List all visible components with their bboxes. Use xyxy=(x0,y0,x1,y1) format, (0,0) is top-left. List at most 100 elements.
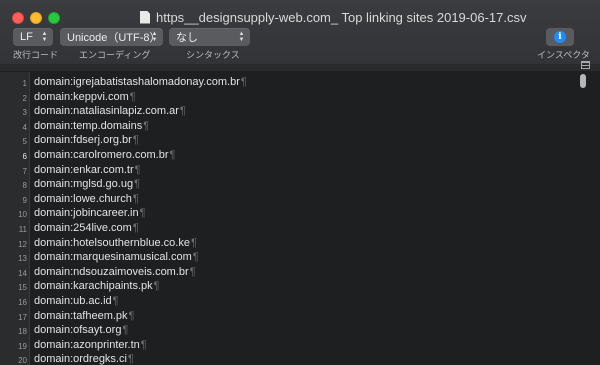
newline-marker: ¶ xyxy=(139,207,146,220)
newline-marker: ¶ xyxy=(179,105,186,118)
inspector-button[interactable]: i xyxy=(546,28,574,46)
line-number: 14 xyxy=(18,268,27,278)
line-number: 8 xyxy=(22,181,27,191)
text-line[interactable]: domain:keppvi.com¶ xyxy=(34,91,136,103)
popup-arrows-icon: ▲ ▼ xyxy=(238,31,245,43)
text-editor[interactable]: domain:igrejabatistashalomadonay.com.br¶… xyxy=(30,72,600,365)
text-line[interactable]: domain:temp.domains¶ xyxy=(34,120,149,132)
line-text: domain:enkar.com.tr xyxy=(34,163,134,176)
zoom-window-button[interactable] xyxy=(48,12,60,24)
text-line[interactable]: domain:nataliasinlapiz.com.ar¶ xyxy=(34,105,186,117)
navigation-bar xyxy=(0,64,600,72)
line-number: 12 xyxy=(18,239,27,249)
line-text: domain:karachipaints.pk xyxy=(34,280,153,293)
line-text: domain:jobincareer.in xyxy=(34,207,139,220)
newline-marker: ¶ xyxy=(134,178,140,191)
text-line[interactable]: domain:fdserj.org.br¶ xyxy=(34,134,139,146)
text-line[interactable]: domain:azonprinter.tn¶ xyxy=(34,339,147,351)
text-line[interactable]: domain:marquesinamusical.com¶ xyxy=(34,251,199,263)
line-number: 4 xyxy=(22,122,27,132)
line-number: 13 xyxy=(18,254,27,264)
line-number: 20 xyxy=(18,356,27,365)
encoding-label: エンコーディング xyxy=(79,50,151,60)
line-number: 10 xyxy=(18,210,27,220)
text-line[interactable]: domain:tafheem.pk¶ xyxy=(34,310,134,322)
text-line[interactable]: domain:karachipaints.pk¶ xyxy=(34,280,160,292)
minimize-window-button[interactable] xyxy=(30,12,42,24)
newline-marker: ¶ xyxy=(169,149,176,161)
line-number: 6 xyxy=(22,152,27,161)
line-number: 19 xyxy=(18,341,27,351)
line-ending-popup[interactable]: LF ▲ ▼ xyxy=(13,28,53,46)
line-text: domain:254live.com xyxy=(34,222,132,234)
newline-marker: ¶ xyxy=(127,353,134,365)
text-line[interactable]: domain:hotelsouthernblue.co.ke¶ xyxy=(34,237,197,249)
line-text: domain:keppvi.com xyxy=(34,90,129,103)
newline-marker: ¶ xyxy=(143,119,150,132)
newline-marker: ¶ xyxy=(134,163,141,176)
line-text: domain:azonprinter.tn xyxy=(34,338,140,351)
line-text: domain:hotelsouthernblue.co.ke xyxy=(34,236,190,249)
scrollbar-thumb[interactable] xyxy=(580,74,586,88)
text-line[interactable]: domain:254live.com¶ xyxy=(34,222,139,234)
newline-marker: ¶ xyxy=(140,338,147,351)
line-text: domain:temp.domains xyxy=(34,119,143,132)
line-text: domain:ordregks.ci xyxy=(34,353,127,365)
text-line[interactable]: domain:jobincareer.in¶ xyxy=(34,207,146,219)
vertical-scrollbar[interactable] xyxy=(579,72,587,365)
line-text: domain:ndsouzaimoveis.com.br xyxy=(34,265,189,278)
popup-arrows-icon: ▲ ▼ xyxy=(41,31,48,43)
line-number: 3 xyxy=(22,108,27,118)
line-number: 18 xyxy=(18,327,27,337)
newline-marker: ¶ xyxy=(132,192,139,205)
line-ending-label: 改行コード xyxy=(13,50,59,60)
text-line[interactable]: domain:igrejabatistashalomadonay.com.br¶ xyxy=(34,76,247,88)
text-line[interactable]: domain:lowe.church¶ xyxy=(34,193,139,205)
editor-window: https__designsupply-web.com_ Top linking… xyxy=(0,0,600,365)
info-icon: i xyxy=(554,31,566,43)
text-line[interactable]: domain:carolromero.com.br¶ xyxy=(34,149,175,161)
syntax-popup[interactable]: なし ▲ ▼ xyxy=(169,28,250,46)
line-number: 16 xyxy=(18,298,27,307)
line-number: 9 xyxy=(22,195,27,205)
line-text: domain:marquesinamusical.com xyxy=(34,251,192,264)
newline-marker: ¶ xyxy=(153,280,160,293)
line-text: domain:nataliasinlapiz.com.ar xyxy=(34,105,179,118)
close-window-button[interactable] xyxy=(12,12,24,24)
line-number: 17 xyxy=(18,312,27,322)
newline-marker: ¶ xyxy=(240,76,247,88)
inspector-label: インスペクタ xyxy=(537,50,590,60)
line-number: 7 xyxy=(22,166,27,176)
line-number: 2 xyxy=(22,93,27,103)
text-line[interactable]: domain:enkar.com.tr¶ xyxy=(34,164,141,176)
line-number: 1 xyxy=(22,79,27,88)
window-title: https__designsupply-web.com_ Top linking… xyxy=(140,8,526,26)
newline-marker: ¶ xyxy=(122,324,129,337)
newline-marker: ¶ xyxy=(128,309,135,322)
text-line[interactable]: domain:ofsayt.org¶ xyxy=(34,324,128,336)
text-line[interactable]: domain:ndsouzaimoveis.com.br¶ xyxy=(34,266,196,278)
line-text: domain:carolromero.com.br xyxy=(34,149,169,161)
text-line[interactable]: domain:mglsd.go.ug¶ xyxy=(34,178,140,190)
split-editor-icon[interactable] xyxy=(581,61,590,69)
encoding-value: Unicode（UTF-8） xyxy=(67,32,161,44)
line-number: 15 xyxy=(18,283,27,293)
line-text: domain:lowe.church xyxy=(34,192,132,205)
line-number: 11 xyxy=(18,225,27,234)
encoding-popup[interactable]: Unicode（UTF-8） ▲ ▼ xyxy=(60,28,163,46)
newline-marker: ¶ xyxy=(189,265,196,278)
line-number: 5 xyxy=(22,137,27,147)
text-line[interactable]: domain:ub.ac.id¶ xyxy=(34,295,119,307)
newline-marker: ¶ xyxy=(132,134,139,147)
syntax-label: シンタックス xyxy=(186,50,240,60)
line-text: domain:fdserj.org.br xyxy=(34,134,132,147)
popup-arrows-icon: ▲ ▼ xyxy=(151,31,158,43)
newline-marker: ¶ xyxy=(129,90,136,103)
line-text: domain:mglsd.go.ug xyxy=(34,178,134,191)
newline-marker: ¶ xyxy=(190,236,197,249)
newline-marker: ¶ xyxy=(192,251,199,264)
line-text: domain:ub.ac.id xyxy=(34,295,112,307)
text-line[interactable]: domain:ordregks.ci¶ xyxy=(34,353,134,365)
line-text: domain:ofsayt.org xyxy=(34,324,122,337)
line-text: domain:tafheem.pk xyxy=(34,309,128,322)
